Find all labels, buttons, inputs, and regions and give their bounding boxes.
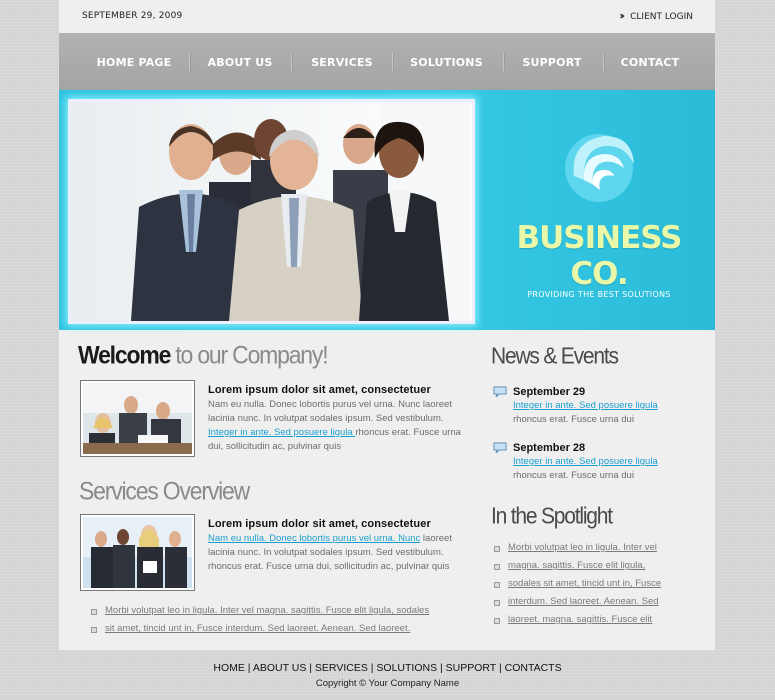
footer-link-about-us[interactable]: ABOUT US: [253, 662, 306, 674]
news-title: News & Events: [491, 344, 619, 369]
nav-divider: [392, 53, 394, 71]
spotlight-title: In the Spotlight: [491, 504, 613, 529]
news-link[interactable]: Integer in ante. Sed posuere ligula: [513, 399, 703, 413]
nav-home-page[interactable]: HOME PAGE: [89, 33, 179, 90]
nav-support[interactable]: SUPPORT: [507, 33, 597, 90]
page-container: SEPTEMBER 29, 2009 ››› CLIENT LOGIN HOME…: [59, 0, 715, 650]
services-list: Morbi volutpat leo in ligula. Inter vel …: [89, 602, 469, 638]
nav-divider: [503, 53, 505, 71]
footer-separator: |: [306, 662, 315, 674]
news-date: September 28: [513, 442, 586, 454]
services-thumbnail: [80, 514, 195, 591]
services-article: Lorem ipsum dolor sit amet, consectetuer…: [208, 517, 463, 574]
brand-block: BUSINESS CO. PROVIDING THE BEST SOLUTION…: [494, 128, 704, 299]
nav-solutions[interactable]: SOLUTIONS: [399, 33, 494, 90]
nav-contact[interactable]: CONTACT: [605, 33, 695, 90]
news-text: rhoncus erat. Fusce urna dui: [513, 470, 634, 481]
list-item[interactable]: interdum. Sed laoreet. Aenean. Sed: [492, 593, 692, 611]
list-item[interactable]: Morbi volutpat leo in ligula. Inter vel …: [89, 602, 469, 620]
welcome-article-heading: Lorem ipsum dolor sit amet, consectetuer: [208, 384, 431, 396]
news-date: September 29: [513, 386, 586, 398]
services-title: Services Overview: [79, 477, 250, 506]
current-date: SEPTEMBER 29, 2009: [82, 11, 183, 21]
brand-tagline: PROVIDING THE BEST SOLUTIONS: [527, 290, 671, 299]
speech-bubble-icon: [493, 442, 507, 453]
nav-divider: [291, 53, 293, 71]
brand-name: BUSINESS CO.: [516, 220, 682, 292]
footer-link-contacts[interactable]: CONTACTS: [505, 662, 562, 674]
spotlight-list: Morbi volutpat leo in ligula. Inter vel …: [492, 539, 692, 629]
news-item: September 28 Integer in ante. Sed posuer…: [493, 441, 703, 483]
welcome-article-text: Nam eu nulla. Donec lobortis purus vel u…: [208, 399, 452, 424]
welcome-title: Welcome to our Company!: [78, 341, 329, 370]
double-chevron-right-icon: ›››: [619, 11, 625, 22]
news-text: rhoncus erat. Fusce urna dui: [513, 414, 634, 425]
team-photo: [68, 99, 475, 324]
footer-link-services[interactable]: SERVICES: [315, 662, 368, 674]
nav-about-us[interactable]: ABOUT US: [195, 33, 285, 90]
list-item[interactable]: sit amet, tincid unt in, Fusce interdum.…: [89, 620, 469, 638]
footer-separator: |: [496, 662, 505, 674]
list-item[interactable]: sodales sit amet, tincid unt in, Fusce: [492, 575, 692, 593]
footer-link-solutions[interactable]: SOLUTIONS: [376, 662, 437, 674]
footer-separator: |: [437, 662, 446, 674]
company-logo: [564, 134, 634, 202]
client-login-label: CLIENT LOGIN: [630, 11, 693, 22]
speech-bubble-icon: [493, 386, 507, 397]
welcome-article: Lorem ipsum dolor sit amet, consectetuer…: [208, 383, 463, 454]
nav-divider: [189, 53, 191, 71]
nav-services[interactable]: SERVICES: [297, 33, 387, 90]
hero-banner: BUSINESS CO. PROVIDING THE BEST SOLUTION…: [59, 90, 715, 330]
main-nav: HOME PAGE ABOUT US SERVICES SOLUTIONS SU…: [59, 33, 715, 90]
welcome-article-link[interactable]: Integer in ante. Sed posuere ligula: [208, 427, 355, 438]
footer-link-home[interactable]: HOME: [213, 662, 245, 674]
list-item[interactable]: magna. sagittis. Fusce elit ligula,: [492, 557, 692, 575]
services-article-heading: Lorem ipsum dolor sit amet, consectetuer: [208, 518, 431, 530]
news-link[interactable]: Integer in ante. Sed posuere ligula: [513, 455, 703, 469]
meeting-thumbnail: [80, 380, 195, 457]
copyright-text: Copyright © Your Company Name: [315, 678, 460, 689]
client-login-link[interactable]: ››› CLIENT LOGIN: [619, 11, 693, 22]
footer-nav: HOME | ABOUT US | SERVICES | SOLUTIONS |…: [0, 662, 775, 674]
top-bar: SEPTEMBER 29, 2009 ››› CLIENT LOGIN: [59, 0, 715, 33]
list-item[interactable]: laoreet. magna. sagittis. Fusce elit: [492, 611, 692, 629]
footer-separator: |: [244, 662, 253, 674]
list-item[interactable]: Morbi volutpat leo in ligula. Inter vel: [492, 539, 692, 557]
footer-link-support[interactable]: SUPPORT: [446, 662, 496, 674]
services-article-link[interactable]: Nam eu nulla. Donec lobortis purus vel u…: [208, 533, 420, 544]
news-item: September 29 Integer in ante. Sed posuer…: [493, 385, 703, 427]
